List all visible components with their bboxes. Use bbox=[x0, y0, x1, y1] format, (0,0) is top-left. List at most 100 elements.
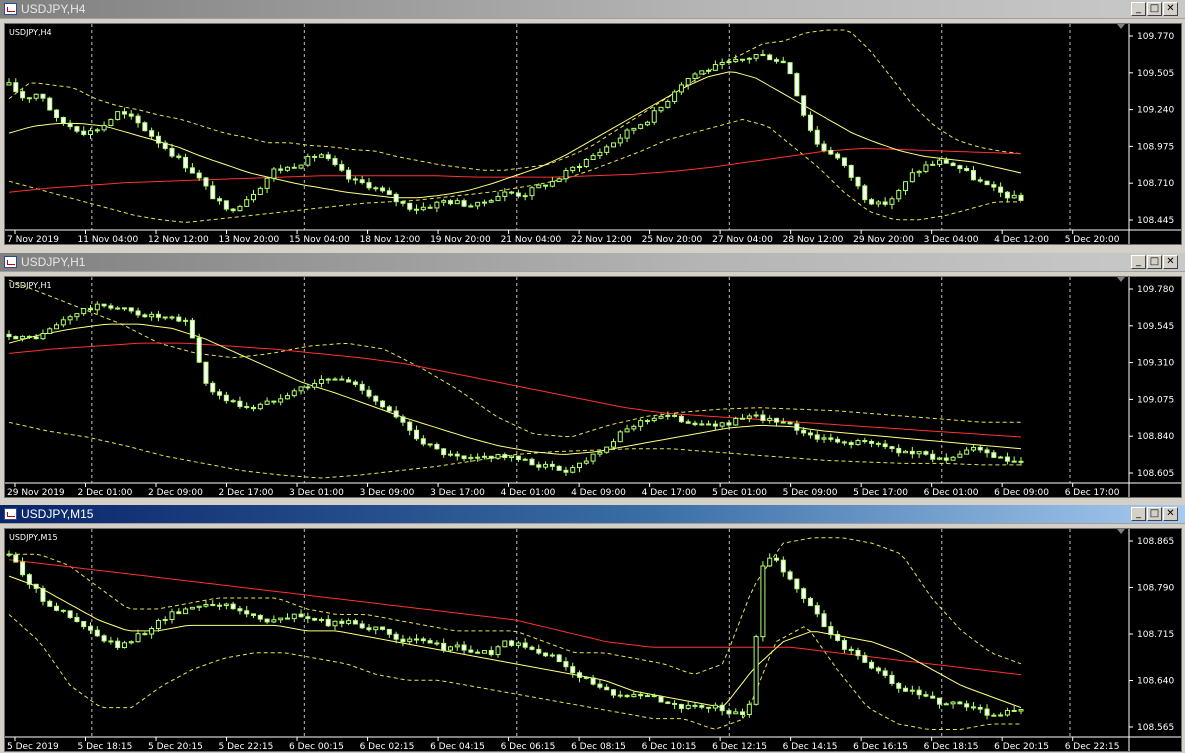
candle-body bbox=[733, 58, 739, 63]
candle-body bbox=[644, 695, 650, 698]
candle-body bbox=[1018, 709, 1024, 712]
candle-body bbox=[47, 328, 53, 335]
candle-body bbox=[740, 711, 746, 715]
candle-body bbox=[142, 633, 148, 636]
chart-window-h4[interactable]: USDJPY,H4 _ □ ✕ 109.770 109.505 109.240 108… bbox=[0, 0, 1185, 249]
candle-body bbox=[984, 180, 990, 186]
time-label: 5 Dec 22:15 bbox=[219, 742, 274, 751]
candle-body bbox=[257, 403, 263, 410]
candle-body bbox=[155, 135, 161, 144]
candle-body bbox=[991, 452, 997, 458]
maximize-button[interactable]: □ bbox=[1147, 255, 1162, 269]
minimize-button[interactable]: _ bbox=[1131, 507, 1146, 521]
price-label: 109.310 bbox=[1137, 359, 1174, 369]
candle-body bbox=[108, 305, 114, 309]
candle-body bbox=[943, 703, 949, 706]
close-button[interactable]: ✕ bbox=[1163, 255, 1178, 269]
chart-window-h1[interactable]: USDJPY,H1 _ □ ✕ 109.780 109.545 109.310 109… bbox=[0, 253, 1185, 502]
candle-body bbox=[414, 638, 420, 641]
time-label: 27 Nov 04:00 bbox=[712, 235, 773, 244]
candle-body bbox=[658, 696, 664, 703]
candle-body bbox=[67, 610, 73, 618]
candle-body bbox=[26, 574, 32, 585]
candle-body bbox=[638, 124, 644, 129]
candle-body bbox=[88, 130, 94, 135]
minimize-button[interactable]: _ bbox=[1131, 2, 1146, 16]
candle-body bbox=[767, 417, 773, 421]
close-button[interactable]: ✕ bbox=[1163, 2, 1178, 16]
candle-body bbox=[468, 205, 474, 208]
window-titlebar[interactable]: USDJPY,M15 _ □ ✕ bbox=[0, 505, 1185, 524]
candle-body bbox=[753, 636, 759, 705]
maximize-button[interactable]: □ bbox=[1147, 2, 1162, 16]
candle-body bbox=[271, 168, 277, 179]
candle-body bbox=[203, 361, 209, 384]
candle-body bbox=[101, 303, 107, 307]
chart-canvas[interactable]: 108.865 108.790 108.715 108.640 108.565 5 Dec… bbox=[4, 528, 1182, 752]
close-button[interactable]: ✕ bbox=[1163, 507, 1178, 521]
candle-body bbox=[672, 414, 678, 417]
candle-body bbox=[760, 54, 766, 57]
candle-body bbox=[162, 618, 168, 622]
candle-body bbox=[298, 386, 304, 392]
chart-canvas[interactable]: 109.770 109.505 109.240 108.975 108.710 108.4… bbox=[4, 23, 1182, 245]
time-label: 6 Dec 00:15 bbox=[289, 742, 344, 751]
candle-body bbox=[1011, 460, 1017, 463]
window-titlebar[interactable]: USDJPY,H4 _ □ ✕ bbox=[0, 0, 1185, 19]
candle-body bbox=[848, 164, 854, 178]
window-titlebar[interactable]: USDJPY,H1 _ □ ✕ bbox=[0, 253, 1185, 272]
time-label: 3 Dec 04:00 bbox=[924, 235, 979, 244]
candle-body bbox=[801, 588, 807, 599]
candle-body bbox=[441, 642, 447, 651]
candle-body bbox=[916, 689, 922, 696]
candle-body bbox=[502, 640, 508, 648]
chart-window-m15[interactable]: USDJPY,M15 _ □ ✕ 108.865 108.790 108.715 10… bbox=[0, 505, 1185, 753]
candle-body bbox=[570, 166, 576, 172]
candle-body bbox=[298, 613, 304, 618]
minimize-button[interactable]: _ bbox=[1131, 255, 1146, 269]
candle-body bbox=[597, 683, 603, 688]
candle-body bbox=[977, 706, 983, 710]
chart-svg[interactable]: 109.770 109.505 109.240 108.975 108.710 108.4… bbox=[5, 24, 1181, 244]
chart-svg[interactable]: 108.865 108.790 108.715 108.640 108.565 5 Dec… bbox=[5, 529, 1181, 751]
time-label: 28 Nov 12:00 bbox=[783, 235, 844, 244]
chart-svg[interactable]: 109.780 109.545 109.310 109.075 108.840 108.6… bbox=[5, 277, 1181, 497]
maximize-button[interactable]: □ bbox=[1147, 507, 1162, 521]
candle-body bbox=[780, 421, 786, 424]
candle-body bbox=[1004, 709, 1010, 716]
candle-body bbox=[298, 164, 304, 169]
candle-body bbox=[20, 561, 26, 576]
time-label: 5 Dec 18:15 bbox=[78, 742, 133, 751]
time-label: 15 Nov 04:00 bbox=[289, 235, 350, 244]
candle-body bbox=[549, 463, 555, 467]
time-label: 7 Nov 2019 bbox=[7, 235, 59, 244]
candle-body bbox=[420, 438, 426, 445]
candle-body bbox=[210, 185, 216, 200]
candle-body bbox=[251, 193, 257, 201]
candle-body bbox=[821, 437, 827, 440]
candle-body bbox=[312, 155, 318, 158]
candle-body bbox=[970, 706, 976, 709]
candle-body bbox=[33, 93, 39, 99]
candle-body bbox=[651, 417, 657, 422]
candle-body bbox=[610, 689, 616, 696]
candle-body bbox=[284, 617, 290, 620]
candle-body bbox=[217, 391, 223, 396]
candle-body bbox=[339, 620, 345, 624]
candle-body bbox=[380, 400, 386, 408]
candle-body bbox=[760, 414, 766, 421]
candle-body bbox=[176, 611, 182, 615]
candle-body bbox=[13, 336, 19, 340]
candle-body bbox=[251, 406, 257, 410]
candle-body bbox=[753, 414, 759, 417]
chart-canvas[interactable]: 109.780 109.545 109.310 109.075 108.840 108.6… bbox=[4, 276, 1182, 498]
candle-body bbox=[522, 642, 528, 648]
candle-body bbox=[6, 333, 12, 338]
candle-body bbox=[203, 604, 209, 607]
candle-body bbox=[40, 93, 46, 99]
candle-body bbox=[903, 687, 909, 692]
candle-body bbox=[692, 422, 698, 426]
candle-body bbox=[162, 142, 168, 149]
candle-body bbox=[40, 333, 46, 340]
candle-body bbox=[556, 178, 562, 183]
